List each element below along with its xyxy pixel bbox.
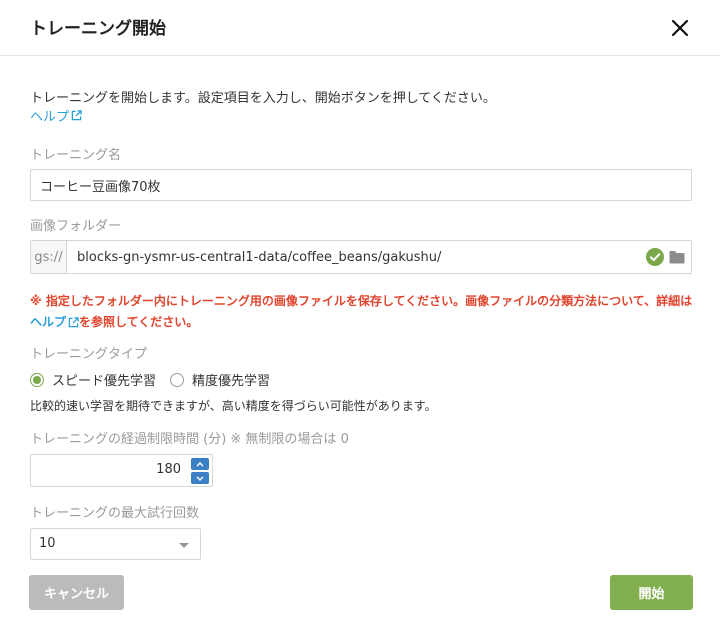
training-type-note: 比較的速い学習を期待できますが、高い精度を得づらい可能性があります。: [30, 399, 437, 413]
chevron-down-icon: [196, 475, 204, 481]
training-type-label: トレーニングタイプ: [30, 347, 148, 362]
warning-help-label: ヘルプ: [30, 315, 67, 329]
start-button[interactable]: 開始: [610, 575, 693, 610]
warning-text-1: ※ 指定したフォルダー内にトレーニング用の画像ファイルを保存してください。画像フ…: [30, 294, 693, 308]
radio-speed-label[interactable]: スピード優先学習: [52, 370, 156, 389]
close-icon[interactable]: [668, 16, 692, 40]
caret-down-icon: [179, 543, 189, 548]
dialog-header: トレーニング開始: [0, 0, 720, 56]
radio-speed[interactable]: [30, 372, 44, 387]
radio-accuracy-label[interactable]: 精度優先学習: [192, 370, 270, 389]
check-circle-icon: [646, 248, 664, 266]
time-limit-label: トレーニングの経過制限時間 (分) ※ 無制限の場合は 0: [30, 432, 349, 447]
training-type-radio-group: スピード優先学習 精度優先学習: [30, 370, 284, 389]
external-link-icon: [71, 110, 82, 121]
training-name-label: トレーニング名: [30, 148, 122, 163]
help-link[interactable]: ヘルプ: [30, 106, 82, 125]
time-limit-stepper[interactable]: 180: [30, 454, 213, 487]
intro-text: トレーニングを開始します。設定項目を入力し、開始ボタンを押してください。: [30, 91, 496, 106]
folder-icon[interactable]: [669, 250, 685, 264]
cancel-button[interactable]: キャンセル: [29, 575, 124, 610]
external-link-icon: [68, 317, 79, 328]
radio-accuracy[interactable]: [170, 372, 185, 387]
dialog-title: トレーニング開始: [30, 19, 166, 39]
increment-button[interactable]: [191, 458, 209, 470]
warning-help-link[interactable]: ヘルプ: [30, 312, 79, 333]
image-folder-label: 画像フォルダー: [30, 219, 122, 234]
gs-prefix: gs://: [31, 241, 67, 273]
image-folder-input[interactable]: blocks-gn-ysmr-us-central1-data/coffee_b…: [67, 250, 646, 265]
max-trials-value: 10: [39, 536, 56, 551]
chevron-up-icon: [196, 461, 204, 467]
image-folder-field[interactable]: gs:// blocks-gn-ysmr-us-central1-data/co…: [30, 240, 692, 274]
training-name-input[interactable]: [30, 169, 692, 201]
max-trials-select[interactable]: 10: [30, 528, 201, 560]
decrement-button[interactable]: [191, 472, 209, 484]
help-link-label: ヘルプ: [30, 110, 70, 125]
folder-warning: ※ 指定したフォルダー内にトレーニング用の画像ファイルを保存してください。画像フ…: [30, 291, 700, 333]
max-trials-label: トレーニングの最大試行回数: [30, 506, 200, 521]
warning-text-2: を参照してください。: [79, 315, 199, 329]
time-limit-value[interactable]: 180: [156, 462, 181, 477]
